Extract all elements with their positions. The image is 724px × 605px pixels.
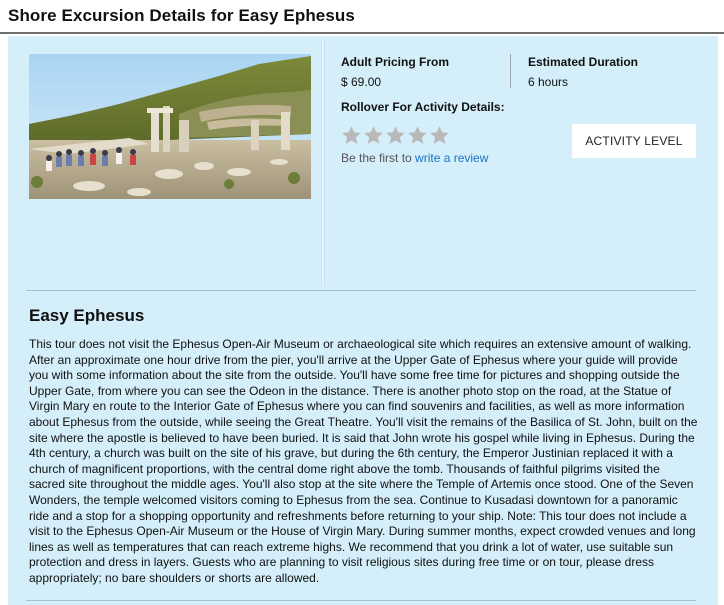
star-icon[interactable] [341,125,362,146]
excursion-panel: Adult Pricing From $ 69.00 Estimated Dur… [8,36,718,605]
activity-level-button[interactable]: ACTIVITY LEVEL [572,124,696,158]
star-icon[interactable] [363,125,384,146]
info-separator [510,54,511,88]
star-icon[interactable] [407,125,428,146]
excursion-photo [29,54,311,199]
review-prompt: Be the first to write a review [341,151,488,165]
page-header: Shore Excursion Details for Easy Ephesus [0,0,724,34]
description-body: This tour does not visit the Ephesus Ope… [29,337,698,585]
star-icon[interactable] [385,125,406,146]
column-divider [321,40,325,286]
review-prefix: Be the first to [341,151,416,165]
bottom-divider [26,600,696,601]
page-title: Shore Excursion Details for Easy Ephesus [8,6,355,25]
rollover-label: Rollover For Activity Details: [341,100,505,114]
rating-stars[interactable] [341,125,451,147]
duration-label: Estimated Duration [528,55,639,69]
pricing-value: $ 69.00 [341,75,382,89]
pricing-label: Adult Pricing From [341,55,449,69]
ephesus-ruins-image [29,54,311,199]
star-icon[interactable] [429,125,450,146]
section-divider [26,290,696,291]
write-review-link[interactable]: write a review [415,151,488,165]
duration-value: 6 hours [528,75,569,89]
description-title: Easy Ephesus [29,306,145,325]
